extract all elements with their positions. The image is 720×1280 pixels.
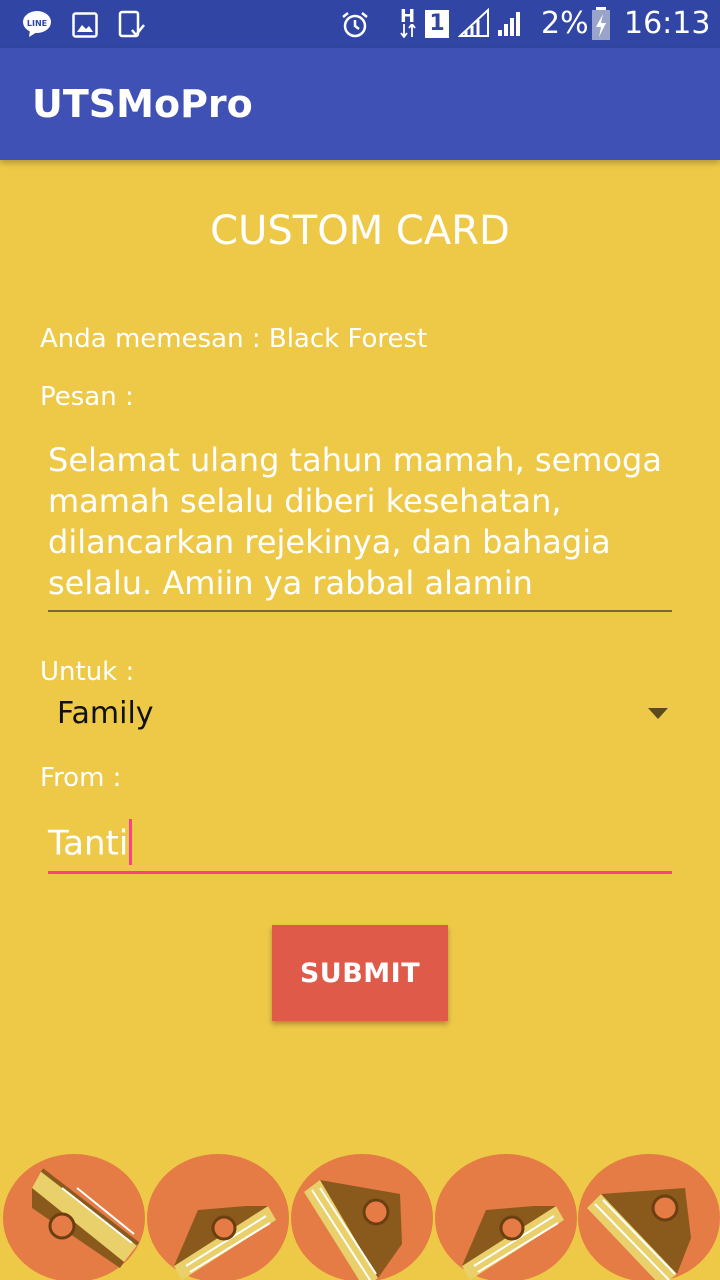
cake-slice-icon[interactable]: [577, 1148, 720, 1280]
order-text: Anda memesan : Black Forest: [40, 324, 428, 354]
from-label: From :: [40, 763, 122, 793]
app-title: UTSMoPro: [32, 82, 253, 126]
signal-icon: [458, 8, 489, 37]
app-bar: UTSMoPro: [0, 48, 720, 160]
svg-text:LINE: LINE: [27, 19, 47, 28]
clipboard-check-icon: [118, 10, 145, 38]
submit-button[interactable]: SUBMIT: [272, 925, 448, 1021]
recipient-selected-value: Family: [57, 696, 154, 731]
cake-image-row: [0, 1148, 720, 1280]
image-icon: [72, 12, 98, 38]
recipient-spinner[interactable]: Family: [40, 690, 680, 742]
cake-slice-icon[interactable]: [434, 1148, 580, 1280]
battery-charging-icon: [592, 7, 610, 40]
from-input-value: Tanti: [48, 823, 129, 864]
message-label: Pesan :: [40, 382, 134, 412]
data-arrows-icon: [400, 24, 416, 38]
cake-slice-icon[interactable]: [290, 1148, 436, 1280]
text-cursor: [129, 819, 133, 865]
clock: 16:13: [624, 6, 711, 41]
line-icon: LINE: [23, 11, 51, 37]
page-title: CUSTOM CARD: [210, 208, 510, 254]
message-input[interactable]: Selamat ulang tahun mamah, semoga mamah …: [48, 440, 672, 612]
status-bar: LINE H 1 2% 16:13: [0, 0, 720, 48]
cake-slice-icon[interactable]: [2, 1148, 148, 1280]
from-input[interactable]: Tanti: [48, 818, 672, 874]
cake-slice-icon[interactable]: [146, 1148, 292, 1280]
alarm-icon: [342, 12, 368, 38]
sim-slot-badge: 1: [425, 10, 449, 38]
for-label: Untuk :: [40, 657, 135, 687]
signal-icon: [498, 12, 520, 36]
dropdown-arrow-icon: [648, 708, 668, 719]
battery-percent: 2%: [541, 6, 589, 41]
